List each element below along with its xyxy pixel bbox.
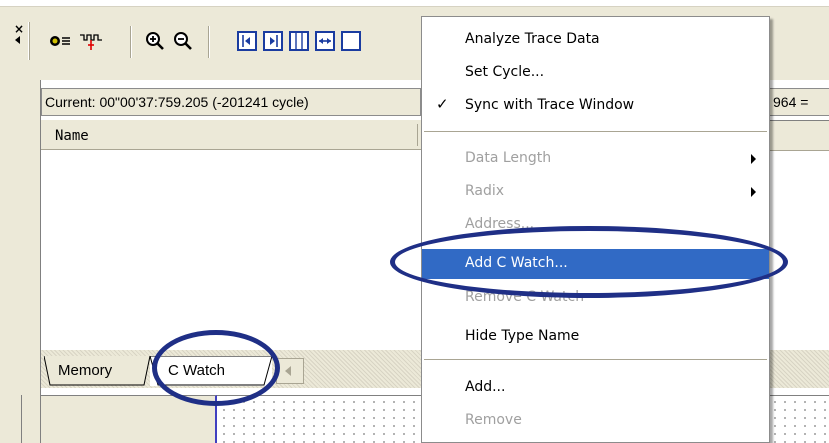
submenu-arrow-icon: [751, 154, 756, 164]
left-gutter: [0, 80, 41, 443]
timeline-grid: [219, 398, 419, 443]
menu-item-analyze-trace-data[interactable]: Analyze Trace Data: [422, 25, 769, 55]
submenu-arrow-icon: [751, 187, 756, 197]
zoom-out-icon[interactable]: [172, 30, 194, 52]
cursor-position-box: 964 =: [770, 88, 829, 116]
watch-table-header: Name V: [41, 120, 430, 150]
jump-to-end-icon[interactable]: [262, 30, 284, 52]
tab-scroll-left-button[interactable]: [276, 358, 304, 384]
menu-item-sync-with-trace-window[interactable]: ✓ Sync with Trace Window: [422, 91, 769, 121]
menu-item-radix[interactable]: Radix: [422, 177, 769, 207]
tab-memory-label: Memory: [58, 362, 113, 379]
menu-item-data-length[interactable]: Data Length: [422, 144, 769, 174]
column-header-name[interactable]: Name: [55, 128, 89, 144]
check-icon: ✓: [436, 95, 449, 113]
timeline-grid-right: [770, 398, 829, 443]
toolbar-separator: [208, 26, 210, 58]
zoom-in-icon[interactable]: [144, 30, 166, 52]
menu-separator: [424, 131, 767, 133]
current-position-text: Current: 00"00'37:759.205 (-201241 cycle…: [45, 94, 309, 110]
menu-separator: [424, 359, 767, 361]
jump-to-start-icon[interactable]: [236, 30, 258, 52]
trigger-point-icon[interactable]: [78, 30, 104, 52]
pane-close-bar[interactable]: ×: [10, 22, 30, 50]
menu-item-hide-type-name[interactable]: Hide Type Name: [422, 322, 769, 352]
highlight-ellipse-c-watch-tab: [152, 330, 280, 406]
column-view-icon[interactable]: [288, 30, 310, 52]
toolbar-separator: [130, 26, 132, 58]
menu-item-remove[interactable]: Remove: [422, 406, 769, 436]
toolbar-grip[interactable]: [28, 22, 30, 60]
highlight-ellipse-add-c-watch: [390, 226, 788, 298]
menu-item-set-cycle[interactable]: Set Cycle...: [422, 58, 769, 88]
watch-table[interactable]: [41, 120, 421, 350]
tab-memory[interactable]: Memory: [44, 356, 152, 386]
fit-range-icon[interactable]: [314, 30, 336, 52]
close-icon[interactable]: ×: [14, 22, 24, 36]
gutter-divider: [21, 395, 22, 443]
window-icon[interactable]: [340, 30, 362, 52]
trace-marker-icon[interactable]: [48, 30, 72, 52]
scroll-left-icon: [285, 366, 291, 376]
menu-item-add[interactable]: Add...: [422, 373, 769, 403]
cursor-position-text: 964 =: [773, 94, 809, 110]
current-position-box: Current: 00"00'37:759.205 (-201241 cycle…: [41, 88, 421, 116]
watch-table-header-right: [770, 121, 829, 151]
watch-table-right: [770, 120, 829, 350]
collapse-left-icon[interactable]: [15, 36, 20, 44]
column-divider[interactable]: [417, 124, 418, 146]
